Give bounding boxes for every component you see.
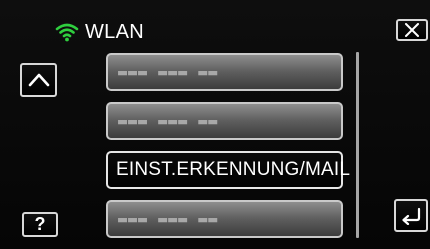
- wlan-menu-screen: WLAN ▬▬▬ ▬▬▬ ▬▬ ▬▬▬ ▬▬▬ ▬▬ EINST.ERKENNU…: [0, 0, 430, 249]
- network-list-item[interactable]: ▬▬▬ ▬▬▬ ▬▬: [106, 53, 343, 91]
- close-button[interactable]: [396, 19, 428, 41]
- network-list-item[interactable]: ▬▬▬ ▬▬▬ ▬▬: [106, 200, 343, 238]
- masked-network-name: ▬▬▬ ▬▬▬ ▬▬: [118, 210, 219, 228]
- masked-network-name: ▬▬▬ ▬▬▬ ▬▬: [118, 112, 219, 130]
- help-label: ?: [34, 214, 46, 234]
- network-list-item[interactable]: ▬▬▬ ▬▬▬ ▬▬: [106, 102, 343, 140]
- chevron-up-icon: [28, 73, 49, 87]
- close-icon: [405, 23, 419, 37]
- return-icon: [402, 207, 421, 225]
- menu-item-detection-mail-settings[interactable]: EINST.ERKENNUNG/MAIL: [106, 151, 350, 189]
- wifi-icon: [55, 23, 79, 42]
- scroll-up-button[interactable]: [20, 63, 57, 97]
- masked-network-name: ▬▬▬ ▬▬▬ ▬▬: [118, 63, 219, 81]
- scrollbar[interactable]: [356, 52, 359, 238]
- header: WLAN: [55, 18, 144, 46]
- back-button[interactable]: [394, 199, 428, 232]
- help-button[interactable]: ?: [22, 212, 58, 237]
- menu-item-label: EINST.ERKENNUNG/MAIL: [116, 159, 351, 180]
- page-title: WLAN: [85, 20, 144, 43]
